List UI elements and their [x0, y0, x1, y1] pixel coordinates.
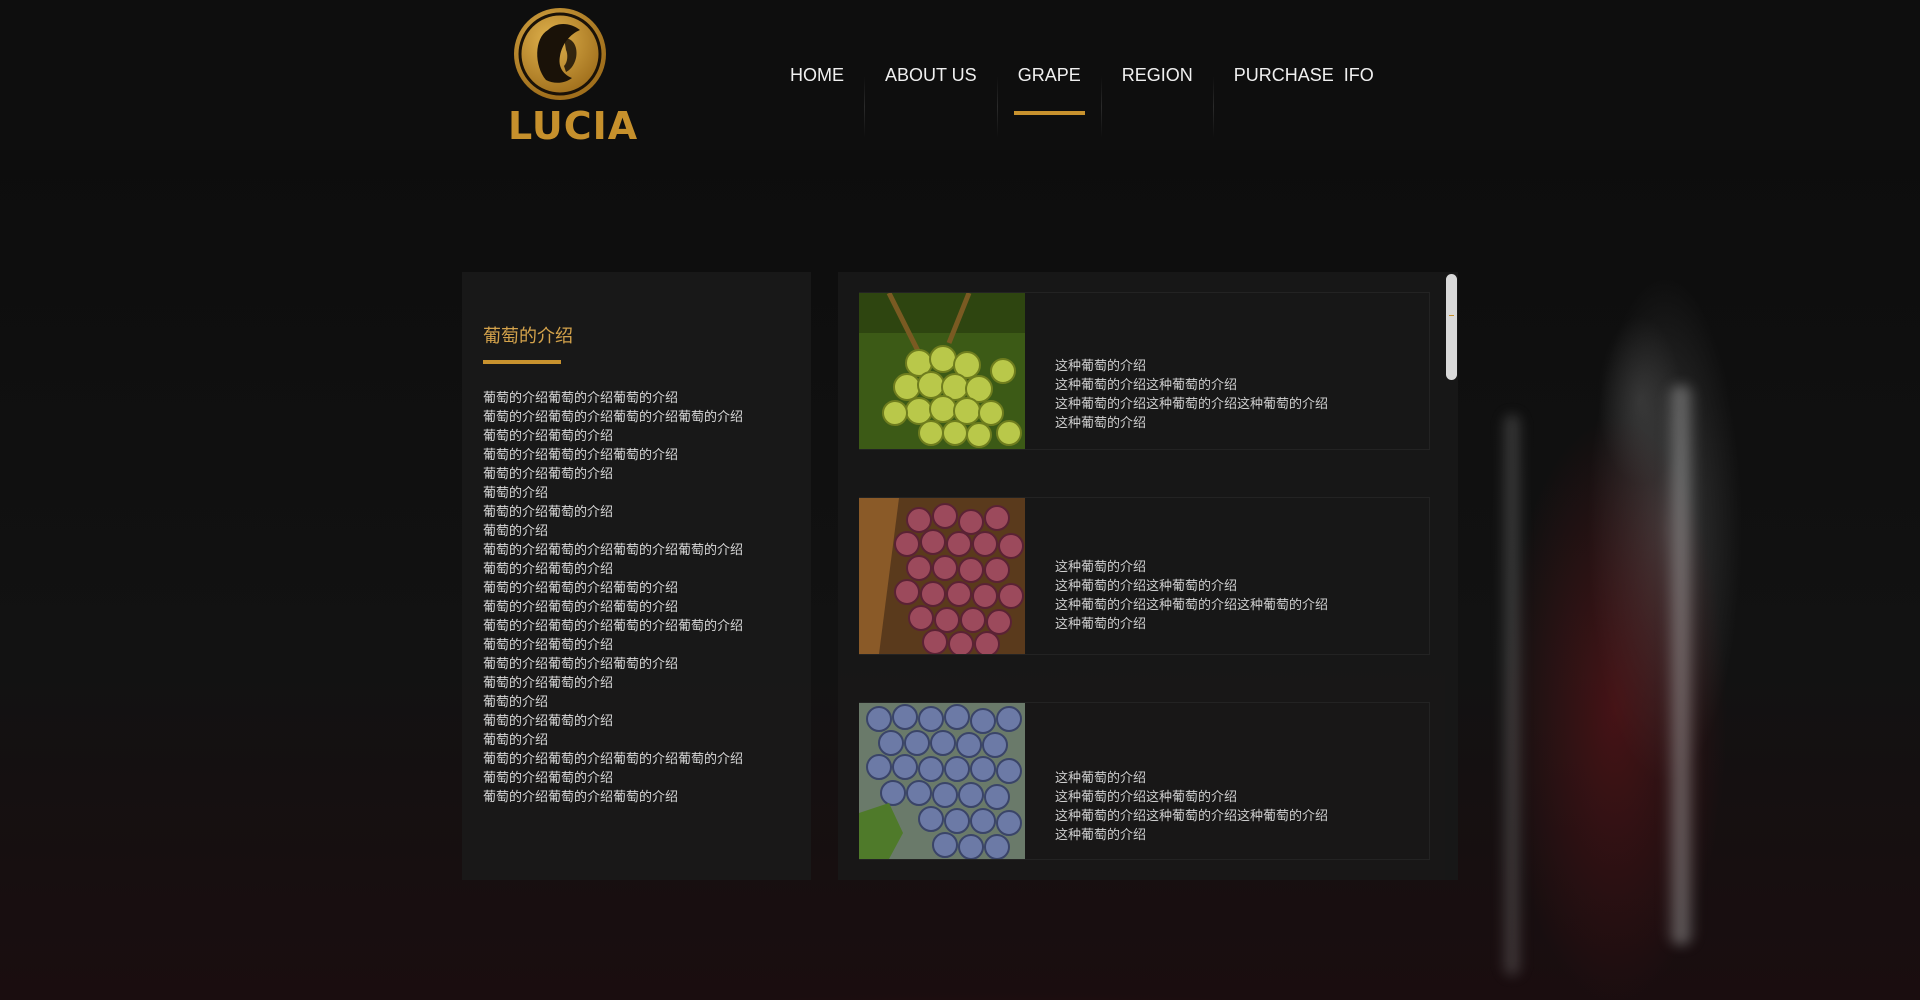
intro-line: 葡萄的介绍葡萄的介绍	[483, 714, 614, 729]
title-underline	[483, 360, 561, 364]
grape-desc-line: 这种葡萄的介绍	[1055, 771, 1147, 786]
grape-intro-panel: 葡萄的介绍 葡萄的介绍葡萄的介绍葡萄的介绍 葡萄的介绍葡萄的介绍葡萄的介绍葡萄的…	[462, 272, 811, 880]
nav-about-us[interactable]: ABOUT US	[865, 60, 997, 120]
grape-list-panel: 这种葡萄的介绍 这种葡萄的介绍这种葡萄的介绍 这种葡萄的介绍这种葡萄的介绍这种葡…	[838, 272, 1458, 880]
grape-desc-line: 这种葡萄的介绍这种葡萄的介绍这种葡萄的介绍	[1055, 598, 1329, 613]
intro-text: 葡萄的介绍葡萄的介绍葡萄的介绍 葡萄的介绍葡萄的介绍葡萄的介绍葡萄的介绍 葡萄的…	[483, 389, 803, 807]
grape-desc-line: 这种葡萄的介绍这种葡萄的介绍	[1055, 579, 1238, 594]
green-grapes-image	[859, 293, 1025, 449]
grape-desc-line: 这种葡萄的介绍这种葡萄的介绍	[1055, 378, 1238, 393]
intro-line: 葡萄的介绍	[483, 695, 549, 710]
grape-description: 这种葡萄的介绍 这种葡萄的介绍这种葡萄的介绍 这种葡萄的介绍这种葡萄的介绍这种葡…	[1055, 357, 1328, 433]
intro-line: 葡萄的介绍葡萄的介绍葡萄的介绍葡萄的介绍	[483, 410, 744, 425]
site-header: LUCIA HOME ABOUT US GRAPE REGION PURCHAS…	[0, 0, 1920, 150]
intro-line: 葡萄的介绍葡萄的介绍葡萄的介绍葡萄的介绍	[483, 752, 744, 767]
intro-line: 葡萄的介绍	[483, 524, 549, 539]
intro-line: 葡萄的介绍葡萄的介绍	[483, 676, 614, 691]
intro-line: 葡萄的介绍葡萄的介绍葡萄的介绍	[483, 657, 679, 672]
nav-purchase-info[interactable]: PURCHASE IFO	[1214, 60, 1394, 120]
grape-desc-line: 这种葡萄的介绍这种葡萄的介绍这种葡萄的介绍	[1055, 397, 1329, 412]
red-grapes-image	[859, 498, 1025, 654]
intro-line: 葡萄的介绍葡萄的介绍葡萄的介绍葡萄的介绍	[483, 619, 744, 634]
intro-line: 葡萄的介绍葡萄的介绍	[483, 505, 614, 520]
grape-desc-line: 这种葡萄的介绍	[1055, 617, 1147, 632]
intro-line: 葡萄的介绍葡萄的介绍	[483, 771, 614, 786]
intro-line: 葡萄的介绍葡萄的介绍葡萄的介绍	[483, 391, 679, 406]
intro-line: 葡萄的介绍葡萄的介绍	[483, 638, 614, 653]
intro-line: 葡萄的介绍葡萄的介绍葡萄的介绍	[483, 581, 679, 596]
grape-item[interactable]: 这种葡萄的介绍 这种葡萄的介绍这种葡萄的介绍 这种葡萄的介绍这种葡萄的介绍这种葡…	[859, 702, 1430, 860]
blue-grapes-image	[859, 703, 1025, 859]
intro-line: 葡萄的介绍葡萄的介绍	[483, 562, 614, 577]
grape-item[interactable]: 这种葡萄的介绍 这种葡萄的介绍这种葡萄的介绍 这种葡萄的介绍这种葡萄的介绍这种葡…	[859, 292, 1430, 450]
woman-profile-icon	[514, 8, 606, 100]
intro-line: 葡萄的介绍葡萄的介绍	[483, 429, 614, 444]
intro-line: 葡萄的介绍葡萄的介绍葡萄的介绍葡萄的介绍	[483, 543, 744, 558]
intro-line: 葡萄的介绍	[483, 733, 549, 748]
intro-line: 葡萄的介绍	[483, 486, 549, 501]
grape-desc-line: 这种葡萄的介绍这种葡萄的介绍这种葡萄的介绍	[1055, 809, 1329, 824]
intro-line: 葡萄的介绍葡萄的介绍	[483, 467, 614, 482]
logo-text: LUCIA	[508, 104, 639, 148]
nav-home[interactable]: HOME	[770, 60, 864, 120]
intro-title: 葡萄的介绍	[483, 326, 573, 347]
intro-line: 葡萄的介绍葡萄的介绍葡萄的介绍	[483, 600, 679, 615]
intro-line: 葡萄的介绍葡萄的介绍葡萄的介绍	[483, 790, 679, 805]
grape-desc-line: 这种葡萄的介绍	[1055, 359, 1147, 374]
grape-item[interactable]: 这种葡萄的介绍 这种葡萄的介绍这种葡萄的介绍 这种葡萄的介绍这种葡萄的介绍这种葡…	[859, 497, 1430, 655]
intro-line: 葡萄的介绍葡萄的介绍葡萄的介绍	[483, 448, 679, 463]
nav-grape[interactable]: GRAPE	[998, 60, 1101, 120]
scrollbar-thumb[interactable]	[1446, 274, 1457, 380]
grape-desc-line: 这种葡萄的介绍	[1055, 828, 1147, 843]
nav-region[interactable]: REGION	[1102, 60, 1213, 120]
grape-desc-line: 这种葡萄的介绍	[1055, 560, 1147, 575]
grape-description: 这种葡萄的介绍 这种葡萄的介绍这种葡萄的介绍 这种葡萄的介绍这种葡萄的介绍这种葡…	[1055, 558, 1328, 634]
grape-desc-line: 这种葡萄的介绍	[1055, 416, 1147, 431]
logo[interactable]: LUCIA	[508, 8, 639, 148]
main-nav: HOME ABOUT US GRAPE REGION PURCHASE IFO	[770, 60, 1394, 140]
grape-description: 这种葡萄的介绍 这种葡萄的介绍这种葡萄的介绍 这种葡萄的介绍这种葡萄的介绍这种葡…	[1055, 769, 1328, 845]
scrollbar-grip-icon	[1449, 315, 1454, 316]
grape-desc-line: 这种葡萄的介绍这种葡萄的介绍	[1055, 790, 1238, 805]
